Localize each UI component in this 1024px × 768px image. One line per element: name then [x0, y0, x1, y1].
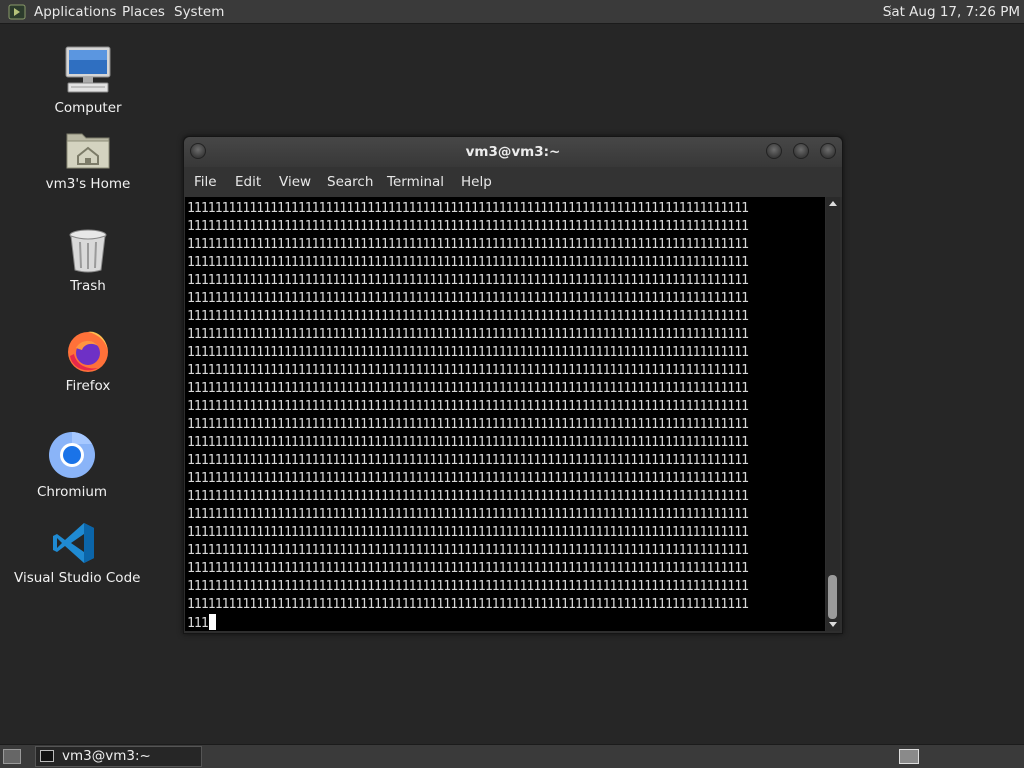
terminal-screen[interactable]: 1111111111111111111111111111111111111111… — [185, 197, 825, 631]
home-folder-icon — [66, 133, 110, 169]
terminal-line: 1111111111111111111111111111111111111111… — [187, 417, 749, 432]
desktop-icon-firefox[interactable]: Firefox — [48, 326, 128, 394]
scroll-down-arrow-icon[interactable] — [829, 622, 837, 627]
terminal-cursor — [208, 614, 216, 630]
taskbar-item-label: vm3@vm3:~ — [62, 748, 151, 764]
menu-terminal[interactable]: Terminal — [387, 174, 444, 190]
terminal-line: 1111111111111111111111111111111111111111… — [187, 291, 749, 306]
terminal-line: 1111111111111111111111111111111111111111… — [187, 381, 749, 396]
terminal-line: 1111111111111111111111111111111111111111… — [187, 543, 749, 558]
taskbar-item-terminal[interactable]: vm3@vm3:~ — [35, 746, 202, 767]
terminal-line: 1111111111111111111111111111111111111111… — [187, 399, 749, 414]
terminal-scrollbar[interactable] — [826, 197, 840, 631]
desktop-icon-label: Chromium — [36, 484, 108, 500]
menu-edit[interactable]: Edit — [235, 174, 261, 190]
desktop-icon-home[interactable]: vm3's Home — [40, 126, 136, 192]
terminal-line: 1111111111111111111111111111111111111111… — [187, 561, 749, 576]
terminal-line: 1111111111111111111111111111111111111111… — [187, 219, 749, 234]
scrollbar-thumb[interactable] — [828, 575, 837, 619]
scroll-up-arrow-icon[interactable] — [829, 201, 837, 206]
terminal-title: vm3@vm3:~ — [465, 144, 561, 160]
desktop-icon-trash[interactable]: Trash — [48, 228, 128, 294]
maximize-button[interactable] — [793, 143, 809, 159]
terminal-line: 1111111111111111111111111111111111111111… — [187, 237, 749, 252]
terminal-output: 1111111111111111111111111111111111111111… — [187, 200, 749, 631]
desktop-icon-label: vm3's Home — [45, 176, 131, 192]
trash-icon — [69, 229, 107, 273]
minimize-button[interactable] — [766, 143, 782, 159]
terminal-line: 1111111111111111111111111111111111111111… — [187, 507, 749, 522]
terminal-line: 1111111111111111111111111111111111111111… — [187, 435, 749, 450]
terminal-line: 1111111111111111111111111111111111111111… — [187, 525, 749, 540]
terminal-icon — [40, 750, 54, 762]
main-menu-icon[interactable] — [8, 3, 26, 21]
menu-applications[interactable]: Applications — [34, 3, 116, 21]
menu-help[interactable]: Help — [461, 174, 492, 190]
terminal-line: 1111111111111111111111111111111111111111… — [187, 579, 749, 594]
firefox-icon — [68, 331, 108, 372]
terminal-line: 1111111111111111111111111111111111111111… — [187, 273, 749, 288]
top-panel: Applications Places System Sat Aug 17, 7… — [0, 0, 1024, 24]
terminal-menubar: File Edit View Search Terminal Help — [184, 167, 842, 197]
terminal-line: 1111111111111111111111111111111111111111… — [187, 453, 749, 468]
close-button[interactable] — [820, 143, 836, 159]
menu-view[interactable]: View — [279, 174, 311, 190]
panel-clock[interactable]: Sat Aug 17, 7:26 PM — [883, 3, 1020, 21]
terminal-line: 1111111111111111111111111111111111111111… — [187, 345, 749, 360]
desktop-icon-label: Firefox — [65, 378, 111, 394]
terminal-line: 1111111111111111111111111111111111111111… — [187, 489, 749, 504]
terminal-line: 1111111111111111111111111111111111111111… — [187, 327, 749, 342]
terminal-window[interactable]: vm3@vm3:~ File Edit View Search Terminal… — [183, 136, 843, 634]
desktop-icon-vscode[interactable]: Visual Studio Code — [14, 520, 141, 586]
desktop-icon-computer[interactable]: Computer — [48, 44, 128, 116]
terminal-line: 1111111111111111111111111111111111111111… — [187, 201, 749, 216]
chromium-icon — [49, 432, 95, 478]
menu-system[interactable]: System — [174, 3, 224, 21]
terminal-line: 1111111111111111111111111111111111111111… — [187, 471, 749, 486]
computer-icon — [65, 46, 111, 93]
bottom-panel: vm3@vm3:~ — [0, 744, 1024, 768]
desktop-icon-chromium[interactable]: Chromium — [32, 430, 112, 500]
terminal-line: 1111111111111111111111111111111111111111… — [187, 255, 749, 270]
terminal-titlebar[interactable]: vm3@vm3:~ — [184, 137, 842, 167]
desktop-icon-label: Visual Studio Code — [14, 570, 141, 586]
terminal-line: 111 — [187, 614, 748, 631]
show-desktop-icon[interactable] — [3, 749, 21, 764]
terminal-line: 1111111111111111111111111111111111111111… — [187, 309, 749, 324]
desktop-icon-label: Computer — [54, 100, 122, 116]
vscode-icon — [53, 523, 94, 563]
terminal-line: 1111111111111111111111111111111111111111… — [187, 597, 749, 612]
workspace-switcher[interactable] — [899, 749, 919, 764]
menu-search[interactable]: Search — [327, 174, 373, 190]
terminal-line: 1111111111111111111111111111111111111111… — [187, 363, 749, 378]
desktop-icon-label: Trash — [70, 278, 106, 294]
menu-places[interactable]: Places — [122, 3, 165, 21]
menu-file[interactable]: File — [194, 174, 217, 190]
